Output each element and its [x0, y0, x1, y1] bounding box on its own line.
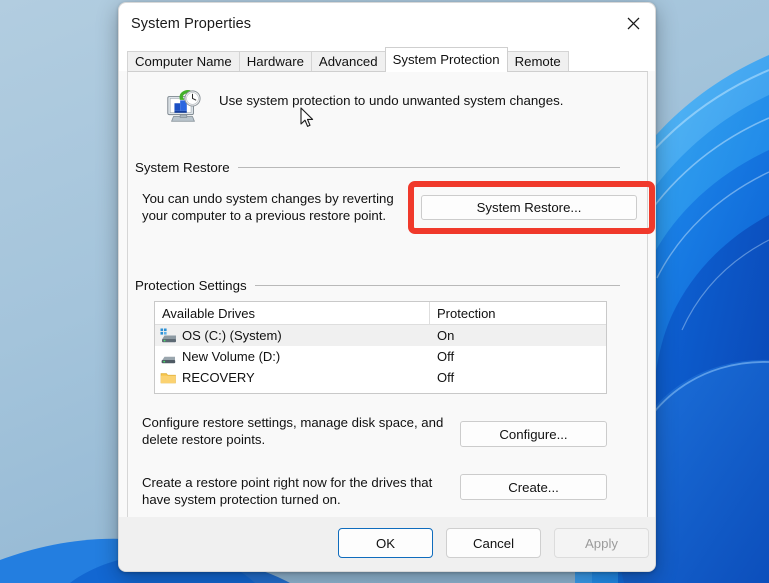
system-drive-icon — [160, 328, 177, 344]
system-restore-group-header: System Restore — [135, 160, 620, 175]
table-row[interactable]: New Volume (D:) Off — [155, 346, 606, 367]
window-title: System Properties — [131, 16, 251, 32]
tab-remote[interactable]: Remote — [507, 51, 569, 72]
drive-name-cell: RECOVERY — [155, 370, 430, 386]
system-restore-button[interactable]: System Restore... — [421, 195, 637, 220]
group-divider-line — [238, 167, 620, 168]
tab-system-protection[interactable]: System Protection — [385, 47, 508, 72]
tab-advanced[interactable]: Advanced — [311, 51, 386, 72]
create-description: Create a restore point right now for the… — [142, 475, 462, 508]
tab-strip: Computer Name Hardware Advanced System P… — [119, 47, 655, 71]
drive-name-text: New Volume (D:) — [182, 349, 280, 364]
create-description-line1: Create a restore point right now for the… — [142, 475, 462, 492]
drive-name-cell: OS (C:) (System) — [155, 328, 430, 344]
configure-button[interactable]: Configure... — [460, 421, 607, 447]
drive-protection-cell: Off — [430, 370, 606, 385]
tab-computer-name[interactable]: Computer Name — [127, 51, 240, 72]
hard-drive-icon — [160, 349, 177, 365]
protection-settings-group-label: Protection Settings — [135, 278, 255, 293]
folder-icon — [160, 370, 177, 386]
configure-description-line1: Configure restore settings, manage disk … — [142, 415, 462, 432]
available-drives-list[interactable]: Available Drives Protection OS (C:) (Sys… — [154, 301, 607, 394]
system-restore-description-line2: your computer to a previous restore poin… — [142, 208, 417, 225]
dialog-footer: OK Cancel Apply — [119, 517, 655, 571]
tab-hardware[interactable]: Hardware — [239, 51, 312, 72]
create-button[interactable]: Create... — [460, 474, 607, 500]
configure-description-line2: delete restore points. — [142, 432, 462, 449]
panel-description: Use system protection to undo unwanted s… — [219, 93, 563, 108]
drive-name-text: RECOVERY — [182, 370, 255, 385]
group-divider-line-2 — [255, 285, 620, 286]
drive-name-cell: New Volume (D:) — [155, 349, 430, 365]
system-restore-description-line1: You can undo system changes by reverting — [142, 191, 417, 208]
close-icon[interactable] — [611, 3, 655, 43]
system-restore-description: You can undo system changes by reverting… — [142, 191, 417, 224]
column-header-available-drives: Available Drives — [155, 302, 430, 324]
title-bar: System Properties — [119, 3, 655, 47]
ok-button[interactable]: OK — [338, 528, 433, 558]
system-protection-panel: Use system protection to undo unwanted s… — [127, 71, 648, 519]
drive-protection-cell: On — [430, 328, 606, 343]
system-protection-icon — [164, 88, 202, 126]
panel-header: Use system protection to undo unwanted s… — [134, 88, 634, 134]
create-description-line2: have system protection turned on. — [142, 492, 462, 509]
table-row[interactable]: RECOVERY Off — [155, 367, 606, 388]
drive-name-text: OS (C:) (System) — [182, 328, 282, 343]
column-header-protection: Protection — [430, 302, 606, 324]
close-glyph — [627, 17, 640, 30]
protection-settings-group-header: Protection Settings — [135, 278, 620, 293]
table-row[interactable]: OS (C:) (System) On — [155, 325, 606, 346]
drives-list-header: Available Drives Protection — [155, 302, 606, 325]
drive-protection-cell: Off — [430, 349, 606, 364]
cancel-button[interactable]: Cancel — [446, 528, 541, 558]
system-properties-dialog: System Properties Computer Name Hardware… — [118, 2, 656, 572]
configure-description: Configure restore settings, manage disk … — [142, 415, 462, 448]
apply-button: Apply — [554, 528, 649, 558]
system-restore-group-label: System Restore — [135, 160, 238, 175]
